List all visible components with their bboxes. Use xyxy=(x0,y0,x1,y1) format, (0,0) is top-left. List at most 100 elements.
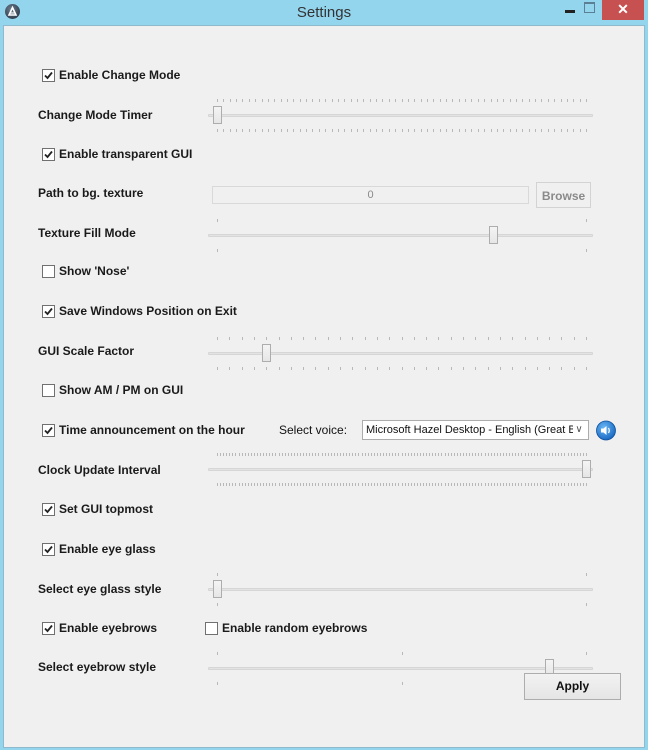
maximize-button[interactable] xyxy=(584,2,595,13)
enable-eye-glass-checkbox[interactable] xyxy=(42,543,55,556)
slider-tick xyxy=(404,483,406,486)
checkmark-icon xyxy=(44,426,53,435)
show-am-pm-checkbox[interactable] xyxy=(42,384,55,397)
bg-texture-path-input[interactable]: 0 xyxy=(212,186,529,204)
slider-tick xyxy=(256,483,258,486)
enable-transparent-gui-checkbox[interactable] xyxy=(42,148,55,161)
checkmark-icon xyxy=(44,505,53,514)
browse-button[interactable]: Browse xyxy=(536,182,591,208)
enable-transparent-gui-label: Enable transparent GUI xyxy=(59,147,193,161)
slider-tick xyxy=(416,453,418,456)
change-mode-timer-slider[interactable] xyxy=(208,96,593,136)
slider-tick xyxy=(582,453,584,456)
apply-button[interactable]: Apply xyxy=(524,673,621,700)
enable-random-eyebrows-label: Enable random eyebrows xyxy=(222,621,368,635)
slider-tick xyxy=(244,483,246,486)
slider-track[interactable] xyxy=(208,667,593,670)
speak-test-button[interactable] xyxy=(595,420,617,441)
slider-tick xyxy=(395,483,397,486)
slider-tick xyxy=(503,99,505,102)
slider-tick xyxy=(280,99,282,102)
slider-tick xyxy=(539,453,541,456)
slider-tick xyxy=(586,99,587,102)
close-button[interactable]: ✕ xyxy=(602,0,644,20)
slider-thumb[interactable] xyxy=(581,460,591,478)
slider-track[interactable] xyxy=(208,588,593,591)
slider-tick xyxy=(549,453,551,456)
time-announcement-checkbox[interactable] xyxy=(42,424,55,437)
slider-tick xyxy=(330,483,332,486)
slider-tick xyxy=(241,483,243,486)
slider-tick xyxy=(407,129,409,132)
slider-tick xyxy=(419,453,421,456)
slider-tick xyxy=(453,453,455,456)
slider-tick xyxy=(395,99,397,102)
slider-tick xyxy=(447,453,449,456)
time-announcement-label: Time announcement on the hour xyxy=(59,423,245,437)
slider-tick xyxy=(392,453,394,456)
slider-tick xyxy=(358,483,360,486)
gui-scale-factor-slider[interactable] xyxy=(208,334,593,374)
slider-tick xyxy=(217,603,218,606)
title-bar[interactable]: Settings ✕ xyxy=(0,0,648,25)
slider-tick xyxy=(331,99,333,102)
set-gui-topmost-checkbox[interactable] xyxy=(42,503,55,516)
slider-tick xyxy=(512,453,514,456)
slider-thumb[interactable] xyxy=(212,580,222,598)
show-nose-checkbox[interactable] xyxy=(42,265,55,278)
slider-tick xyxy=(570,453,572,456)
slider-tick xyxy=(450,367,452,370)
slider-tick xyxy=(333,483,335,486)
slider-tick xyxy=(475,453,477,456)
slider-tick xyxy=(260,453,262,456)
checkmark-icon xyxy=(44,545,53,554)
slider-tick xyxy=(441,483,443,486)
slider-tick xyxy=(536,483,538,486)
enable-eyebrows-checkbox[interactable] xyxy=(42,622,55,635)
slider-tick xyxy=(450,453,452,456)
slider-tick xyxy=(337,99,339,102)
slider-tick xyxy=(429,453,431,456)
minimize-button[interactable] xyxy=(565,10,575,13)
close-icon: ✕ xyxy=(617,1,629,17)
slider-tick xyxy=(315,453,317,456)
slider-tick xyxy=(522,129,524,132)
slider-thumb[interactable] xyxy=(261,344,271,362)
slider-tick xyxy=(386,483,388,486)
enable-change-mode-checkbox[interactable] xyxy=(42,69,55,82)
slider-tick xyxy=(524,367,526,370)
slider-tick xyxy=(441,453,443,456)
slider-track[interactable] xyxy=(208,114,593,117)
slider-track[interactable] xyxy=(208,234,593,237)
eye-glass-style-slider[interactable] xyxy=(208,570,593,610)
clock-update-interval-slider[interactable] xyxy=(208,450,593,490)
slider-tick xyxy=(465,99,467,102)
slider-tick xyxy=(272,483,274,486)
slider-thumb[interactable] xyxy=(212,106,222,124)
slider-tick xyxy=(469,453,471,456)
slider-thumb[interactable] xyxy=(489,226,499,244)
slider-tick xyxy=(293,483,295,486)
speaker-icon xyxy=(596,420,616,441)
enable-random-eyebrows-checkbox[interactable] xyxy=(205,622,218,635)
checkmark-icon xyxy=(44,71,53,80)
slider-tick xyxy=(244,453,246,456)
slider-tick xyxy=(567,453,569,456)
slider-tick xyxy=(509,129,511,132)
texture-fill-mode-label: Texture Fill Mode xyxy=(38,226,136,240)
slider-tick xyxy=(229,367,231,370)
texture-fill-mode-slider[interactable] xyxy=(208,216,593,256)
slider-tick xyxy=(223,129,225,132)
slider-tick xyxy=(560,99,562,102)
slider-track[interactable] xyxy=(208,468,593,471)
slider-tick xyxy=(478,483,480,486)
voice-select-dropdown[interactable]: Microsoft Hazel Desktop - English (Great… xyxy=(362,420,589,440)
save-windows-position-checkbox[interactable] xyxy=(42,305,55,318)
slider-tick xyxy=(223,99,225,102)
slider-tick xyxy=(401,483,403,486)
slider-tick xyxy=(450,483,452,486)
slider-tick xyxy=(539,483,541,486)
slider-tick xyxy=(312,483,314,486)
slider-tick xyxy=(506,453,508,456)
slider-tick xyxy=(573,453,575,456)
